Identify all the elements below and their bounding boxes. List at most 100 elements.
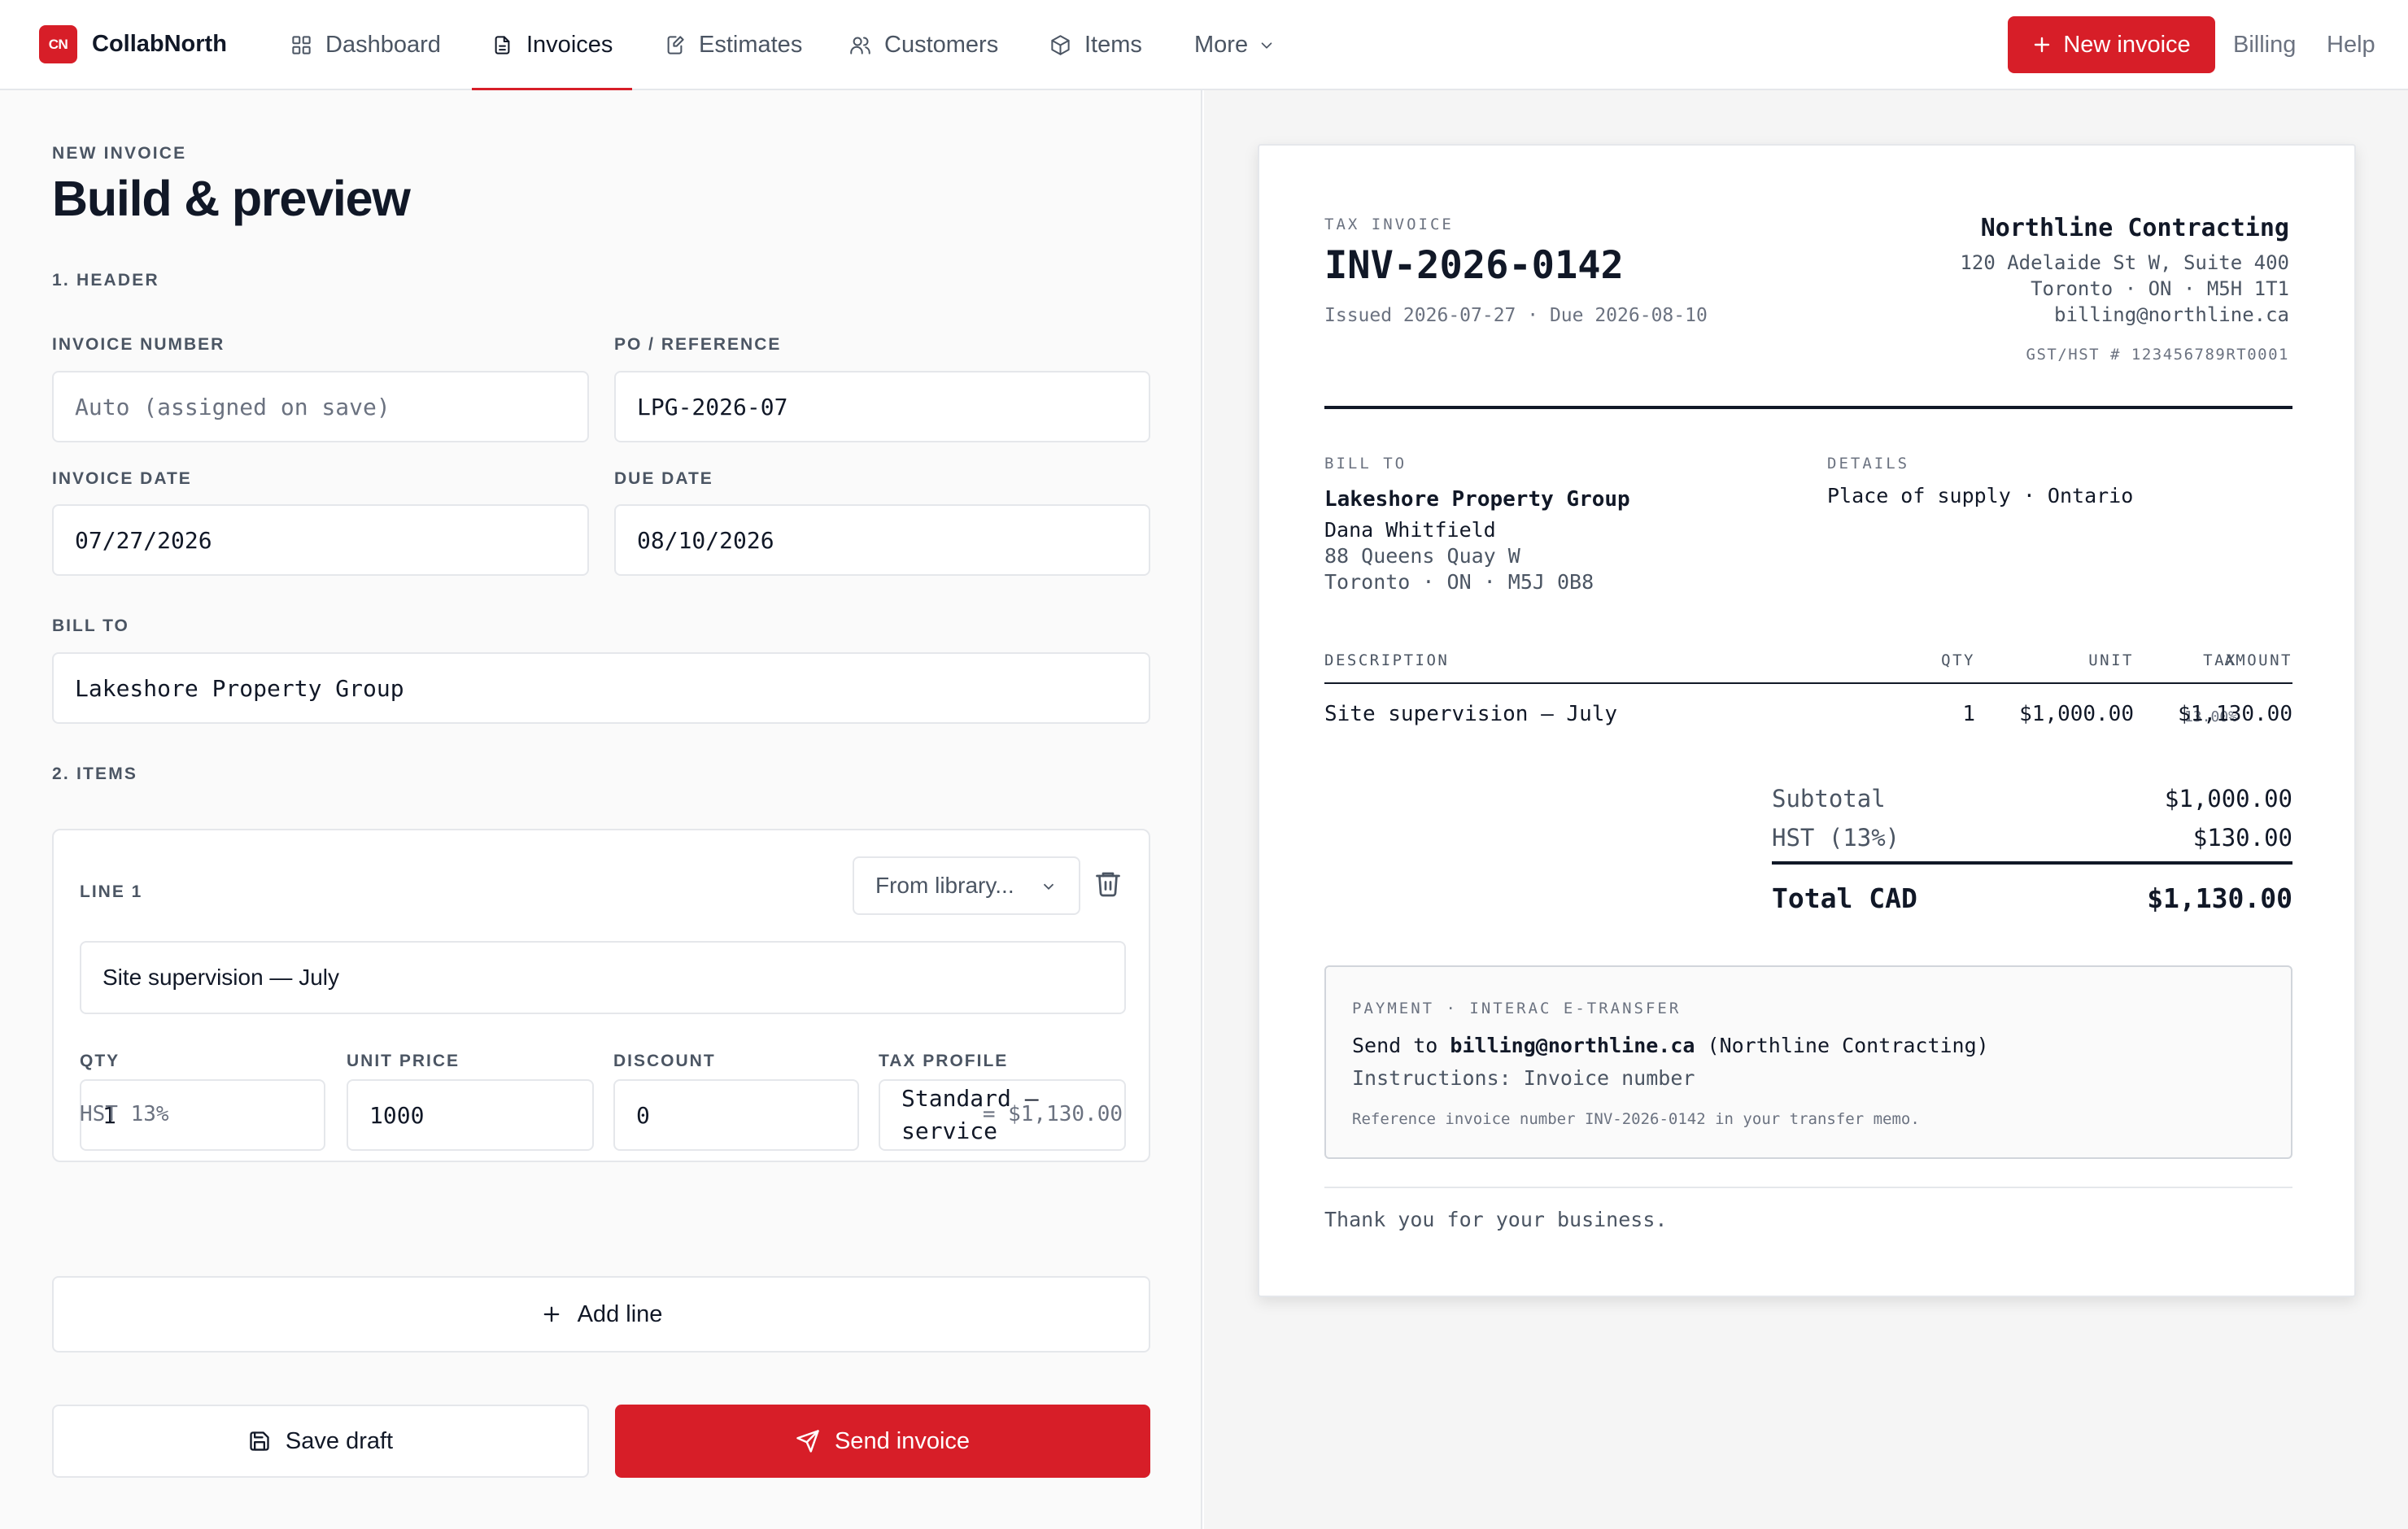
- details-place-of-supply: Place of supply · Ontario: [1827, 484, 2134, 507]
- brand[interactable]: CN CollabNorth: [39, 25, 227, 63]
- thank-you-note: Thank you for your business.: [1324, 1208, 1668, 1231]
- add-line-button[interactable]: Add line: [52, 1276, 1150, 1353]
- brand-logo: CN: [39, 25, 77, 63]
- editor-eyebrow: NEW INVOICE: [52, 144, 187, 163]
- hst-value: $130.00: [2192, 824, 2292, 852]
- bill-to-label: BILL TO: [52, 616, 129, 635]
- payment-instructions: Instructions: Invoice number: [1352, 1066, 1695, 1090]
- payment-send-to-suffix: (Northline Contracting): [1707, 1034, 1989, 1057]
- nav-customers-label: Customers: [884, 32, 999, 58]
- discount-input[interactable]: 0: [613, 1079, 859, 1151]
- line-description-input[interactable]: Site supervision — July: [80, 941, 1126, 1014]
- tax-profile-label: TAX PROFILE: [879, 1052, 1009, 1070]
- header-divider: [1324, 406, 2292, 409]
- col-amount: AMOUNT: [2224, 651, 2292, 669]
- nav-invoices-label: Invoices: [526, 32, 613, 58]
- save-icon: [250, 1431, 269, 1451]
- payment-reference-note: Reference invoice number INV-2026-0142 i…: [1352, 1110, 1920, 1128]
- section-items-title: 2. ITEMS: [52, 764, 138, 783]
- payment-send-to-prefix: Send to: [1352, 1034, 1438, 1057]
- invoice-date-label: INVOICE DATE: [52, 469, 192, 488]
- send-invoice-button[interactable]: Send invoice: [615, 1405, 1150, 1478]
- brand-name: CollabNorth: [92, 31, 227, 57]
- col-qty: QTY: [1941, 651, 1975, 669]
- invoice-number-label: INVOICE NUMBER: [52, 335, 225, 354]
- preview-invoice-number: INV-2026-0142: [1324, 243, 1624, 288]
- business-name: Northline Contracting: [1980, 214, 2289, 242]
- unit-price-input[interactable]: 1000: [347, 1079, 594, 1151]
- from-library-label: From library...: [875, 873, 1014, 898]
- box-icon: [1051, 35, 1070, 55]
- billing-link[interactable]: Billing: [2233, 0, 2296, 90]
- details-heading: DETAILS: [1827, 455, 1910, 473]
- doc-type: TAX INVOICE: [1324, 216, 1454, 233]
- business-address-1: 120 Adelaide St W, Suite 400: [1960, 251, 2289, 274]
- nav-customers[interactable]: Customers: [849, 0, 998, 90]
- business-gst: GST/HST # 123456789RT0001: [2026, 346, 2289, 364]
- nav-more-label: More: [1194, 32, 1249, 58]
- nav-items[interactable]: Items: [1049, 0, 1142, 90]
- send-invoice-label: Send invoice: [834, 1427, 971, 1454]
- nav-items-label: Items: [1084, 32, 1142, 58]
- nav-more[interactable]: More: [1194, 0, 1276, 90]
- invoice-number-input[interactable]: Auto (assigned on save): [52, 371, 589, 442]
- new-invoice-button[interactable]: New invoice: [2008, 16, 2215, 73]
- help-link[interactable]: Help: [2327, 0, 2375, 90]
- page-title: Build & preview: [52, 171, 411, 226]
- line-label: LINE 1: [80, 882, 143, 901]
- chevron-down-icon: [1043, 883, 1054, 891]
- bill-to-input[interactable]: Lakeshore Property Group: [52, 652, 1150, 724]
- payment-method-label: PAYMENT · INTERAC E-TRANSFER: [1352, 1000, 1682, 1017]
- new-invoice-label: New invoice: [2063, 31, 2191, 58]
- add-line-label: Add line: [577, 1300, 663, 1327]
- send-icon: [796, 1430, 819, 1453]
- unit-price-label: UNIT PRICE: [347, 1052, 460, 1070]
- nav-estimates-label: Estimates: [699, 32, 803, 58]
- row-description: Site supervision — July: [1324, 702, 1618, 726]
- hst-label: HST (13%): [1772, 824, 1900, 852]
- due-date-input[interactable]: 08/10/2026: [614, 504, 1150, 576]
- delete-line-button[interactable]: [1093, 869, 1126, 901]
- top-navigation: CN CollabNorth Dashboard Invoices Estima…: [0, 0, 2408, 92]
- nav-invoices[interactable]: Invoices: [471, 0, 633, 92]
- bill-to-heading: BILL TO: [1324, 455, 1407, 473]
- nav-estimates[interactable]: Estimates: [664, 0, 802, 90]
- bill-to-address-2: Toronto · ON · M5J 0B8: [1324, 570, 1594, 594]
- nav-dashboard[interactable]: Dashboard: [290, 0, 441, 90]
- invoice-editor: NEW INVOICE Build & preview 1. HEADER IN…: [0, 90, 1202, 1529]
- footer-divider: [1324, 1187, 2292, 1188]
- due-date-label: DUE DATE: [614, 469, 713, 488]
- from-library-dropdown[interactable]: From library...: [853, 856, 1080, 915]
- bill-to-contact: Dana Whitfield: [1324, 518, 1496, 542]
- total-divider: [1772, 861, 2292, 865]
- users-icon: [850, 37, 870, 54]
- col-description: DESCRIPTION: [1324, 651, 1450, 669]
- invoice-date-input[interactable]: 07/27/2026: [52, 504, 589, 576]
- nav-dashboard-label: Dashboard: [325, 32, 441, 58]
- table-header-divider: [1324, 682, 2292, 684]
- line-tax-note: HST 13%: [80, 1102, 169, 1126]
- total-value: $1,130.00: [2147, 882, 2292, 914]
- save-draft-button[interactable]: Save draft: [52, 1405, 589, 1478]
- dashboard-icon: [292, 36, 311, 54]
- po-reference-input[interactable]: LPG-2026-07: [614, 371, 1150, 442]
- invoice-preview: TAX INVOICE INV-2026-0142 Issued 2026-07…: [1258, 144, 2356, 1297]
- row-qty: 1: [1962, 702, 1975, 726]
- section-header-title: 1. HEADER: [52, 271, 159, 290]
- row-amount: $1,130.00: [2178, 702, 2292, 726]
- chevron-down-icon: [1261, 41, 1272, 49]
- document-icon: [495, 36, 510, 54]
- edit-document-icon: [667, 36, 684, 54]
- plus-icon: [2035, 37, 2050, 53]
- payment-email: billing@northline.ca: [1450, 1034, 1695, 1057]
- row-unit: $1,000.00: [2019, 702, 2134, 726]
- qty-label: QTY: [80, 1052, 120, 1070]
- line-total: = $1,130.00: [982, 1102, 1123, 1126]
- po-reference-label: PO / REFERENCE: [614, 335, 782, 354]
- business-email: billing@northline.ca: [2054, 303, 2289, 326]
- plus-icon: [543, 1306, 559, 1322]
- col-unit: UNIT: [2088, 651, 2134, 669]
- bill-to-address-1: 88 Queens Quay W: [1324, 544, 1520, 568]
- line-item-card: LINE 1 From library... Site supervision …: [52, 829, 1150, 1162]
- discount-label: DISCOUNT: [613, 1052, 716, 1070]
